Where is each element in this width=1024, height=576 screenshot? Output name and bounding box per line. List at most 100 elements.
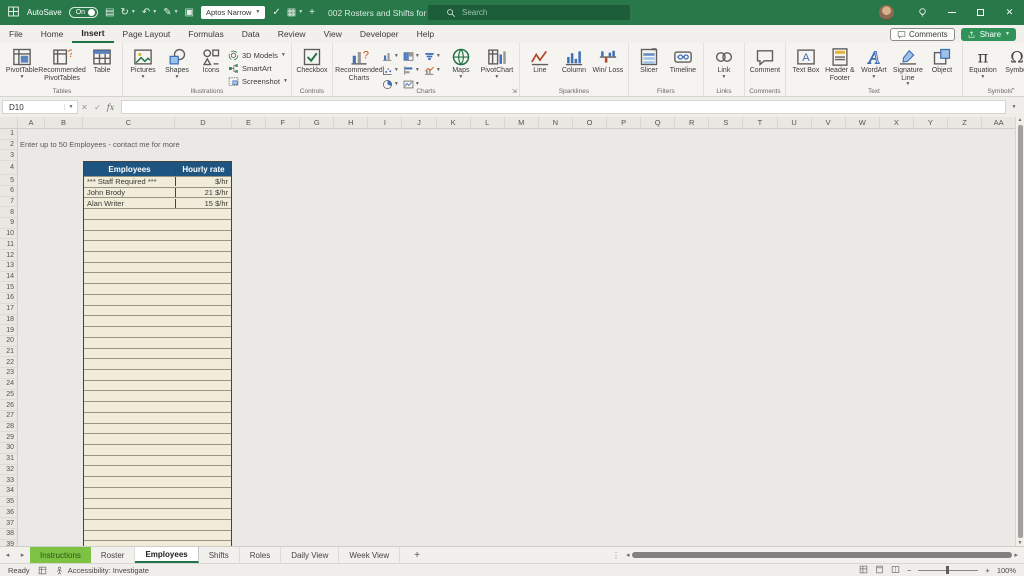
- row-header-20[interactable]: 20: [0, 336, 17, 347]
- splitter-handle[interactable]: ⋮: [612, 551, 620, 560]
- column-header-I[interactable]: I: [368, 117, 402, 128]
- column-header-O[interactable]: O: [573, 117, 607, 128]
- table-row[interactable]: [84, 508, 231, 519]
- win-loss-button[interactable]: Win/ Loss: [591, 46, 625, 75]
- row-header-8[interactable]: 8: [0, 207, 17, 218]
- table-row[interactable]: [84, 401, 231, 412]
- timeline-button[interactable]: Timeline: [666, 46, 700, 75]
- screenshot-button[interactable]: Screenshot▼: [228, 75, 288, 87]
- row-header-22[interactable]: 22: [0, 357, 17, 368]
- table-row[interactable]: [84, 498, 231, 509]
- row-header-11[interactable]: 11: [0, 239, 17, 250]
- screenshot-icon[interactable]: ▣: [185, 7, 194, 18]
- sheet-tab-daily-view[interactable]: Daily View: [281, 547, 339, 563]
- table-row[interactable]: [84, 251, 231, 262]
- shapes-button[interactable]: Shapes▼: [160, 46, 194, 80]
- table-row[interactable]: [84, 519, 231, 530]
- vertical-scrollbar[interactable]: ▲ ▼: [1015, 117, 1024, 546]
- sheet-tab-week-view[interactable]: Week View: [339, 547, 400, 563]
- ribbon-tab-insert[interactable]: Insert: [72, 25, 113, 43]
- column-header-Z[interactable]: Z: [948, 117, 982, 128]
- slicer-button[interactable]: Slicer: [632, 46, 666, 75]
- undo-icon[interactable]: ↶▼: [142, 7, 157, 18]
- sheet-grid[interactable]: Enter up to 50 Employees - contact me fo…: [0, 129, 1015, 546]
- table-row[interactable]: [84, 433, 231, 444]
- table-row[interactable]: [84, 530, 231, 541]
- column-header-K[interactable]: K: [437, 117, 471, 128]
- row-header-5[interactable]: 5: [0, 175, 17, 186]
- collapse-ribbon-icon[interactable]: ⌃: [1010, 87, 1016, 95]
- scroll-left-icon[interactable]: ◂: [626, 551, 630, 559]
- note-cell[interactable]: Enter up to 50 Employees - contact me fo…: [20, 140, 180, 149]
- table-row[interactable]: [84, 444, 231, 455]
- row-header-33[interactable]: 33: [0, 475, 17, 486]
- ribbon-tab-file[interactable]: File: [0, 25, 32, 43]
- ribbon-tab-review[interactable]: Review: [269, 25, 315, 43]
- employees-table[interactable]: EmployeesHourly rate*** Staff Required *…: [83, 161, 232, 546]
- add-icon[interactable]: +: [309, 7, 315, 18]
- maps-button[interactable]: Maps▼: [444, 46, 478, 80]
- table-row[interactable]: [84, 358, 231, 369]
- close-button[interactable]: ✕: [995, 0, 1024, 25]
- row-header-36[interactable]: 36: [0, 507, 17, 518]
- table-row[interactable]: [84, 240, 231, 251]
- scroll-right-icon[interactable]: ▸: [1014, 551, 1018, 559]
- line-button[interactable]: Line: [523, 46, 557, 75]
- table-row[interactable]: John Brody21 $/hr: [84, 187, 231, 198]
- column-header-J[interactable]: J: [402, 117, 436, 128]
- page-layout-view-icon[interactable]: [875, 565, 884, 576]
- sheet-tab-shifts[interactable]: Shifts: [199, 547, 240, 563]
- row-header-4[interactable]: 4: [0, 161, 17, 175]
- accessibility-status[interactable]: Accessibility: Investigate: [55, 566, 149, 575]
- sheet-tab-roster[interactable]: Roster: [91, 547, 136, 563]
- expand-formula-bar-icon[interactable]: ▼: [1006, 104, 1022, 110]
- table-row[interactable]: [84, 337, 231, 348]
- avatar[interactable]: [879, 5, 894, 20]
- row-header-26[interactable]: 26: [0, 400, 17, 411]
- row-header-1[interactable]: 1: [0, 129, 17, 140]
- zoom-out-button[interactable]: −: [907, 566, 911, 575]
- row-header-34[interactable]: 34: [0, 486, 17, 497]
- zoom-in-button[interactable]: +: [985, 566, 989, 575]
- row-header-35[interactable]: 35: [0, 497, 17, 508]
- font-name-dropdown[interactable]: Aptos Narrow ▼: [201, 6, 265, 19]
- table-row[interactable]: [84, 262, 231, 273]
- table-row[interactable]: [84, 455, 231, 466]
- column-header-S[interactable]: S: [709, 117, 743, 128]
- row-header-28[interactable]: 28: [0, 422, 17, 433]
- equation-button[interactable]: πEquation▼: [966, 46, 1000, 80]
- column-header-F[interactable]: F: [266, 117, 300, 128]
- ribbon-tab-developer[interactable]: Developer: [351, 25, 408, 43]
- column-header-C[interactable]: C: [83, 117, 175, 128]
- draw-icon[interactable]: ✎▼: [163, 7, 178, 18]
- column-header-A[interactable]: A: [18, 117, 45, 128]
- wordart-button[interactable]: AWordArt▼: [857, 46, 891, 80]
- column-header-L[interactable]: L: [471, 117, 505, 128]
- recommended-charts-button[interactable]: ?Recommended Charts: [336, 46, 382, 82]
- ribbon-tab-home[interactable]: Home: [32, 25, 73, 43]
- check-icon[interactable]: ✓: [272, 7, 280, 18]
- sheet-nav-left-icon[interactable]: ◂: [0, 551, 15, 559]
- zoom-level[interactable]: 100%: [997, 566, 1016, 575]
- smartart-button[interactable]: SmartArt: [228, 62, 288, 74]
- row-header-14[interactable]: 14: [0, 272, 17, 283]
- row-header-32[interactable]: 32: [0, 465, 17, 476]
- table-row[interactable]: [84, 390, 231, 401]
- row-header-19[interactable]: 19: [0, 325, 17, 336]
- table-header-row[interactable]: EmployeesHourly rate: [84, 162, 231, 176]
- row-header-31[interactable]: 31: [0, 454, 17, 465]
- column-header-U[interactable]: U: [778, 117, 812, 128]
- row-header-15[interactable]: 15: [0, 282, 17, 293]
- redo-icon[interactable]: ↻▼: [121, 7, 136, 18]
- row-header-38[interactable]: 38: [0, 529, 17, 540]
- row-header-27[interactable]: 27: [0, 411, 17, 422]
- zoom-slider[interactable]: [918, 570, 978, 571]
- comments-button[interactable]: Comments: [890, 28, 955, 41]
- text-box-button[interactable]: AText Box: [789, 46, 823, 75]
- ribbon-tab-data[interactable]: Data: [233, 25, 269, 43]
- column-header-V[interactable]: V: [812, 117, 846, 128]
- symbol-button[interactable]: ΩSymbol: [1000, 46, 1024, 75]
- column-header-B[interactable]: B: [45, 117, 83, 128]
- link-button[interactable]: Link▼: [707, 46, 741, 80]
- horizontal-scrollbar[interactable]: ⋮ ◂ ▸: [612, 551, 1024, 560]
